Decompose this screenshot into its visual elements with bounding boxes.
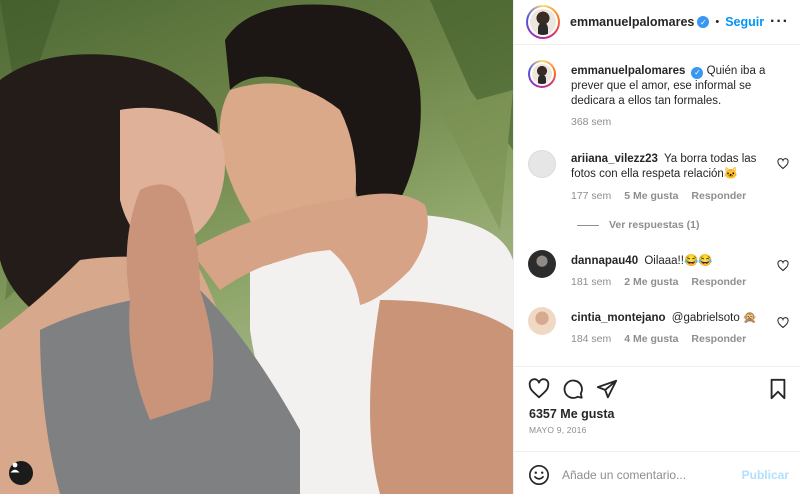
comment-icon[interactable] bbox=[562, 378, 584, 400]
comments-list[interactable]: emmanuelpalomares ✓ Quién iba a prever qu… bbox=[514, 46, 800, 366]
avatar[interactable] bbox=[526, 5, 560, 39]
post-header: emmanuelpalomares ✓ • Seguir ··· bbox=[514, 0, 800, 45]
post-actions: 6357 Me gusta MAYO 9, 2016 Publicar bbox=[514, 366, 800, 494]
list-item: ariiana_vilezz23 Ya borra todas las foto… bbox=[514, 148, 800, 218]
reply-button[interactable]: Responder bbox=[691, 333, 746, 345]
reply-button[interactable]: Responder bbox=[691, 276, 746, 288]
verified-badge-icon: ✓ bbox=[691, 66, 704, 79]
comment-username[interactable]: dannapau40 bbox=[571, 255, 638, 267]
couple-kissing-image bbox=[0, 0, 513, 494]
avatar[interactable] bbox=[528, 150, 556, 178]
user-icon bbox=[10, 462, 20, 473]
avatar[interactable] bbox=[528, 307, 556, 335]
more-options-icon[interactable]: ··· bbox=[770, 13, 789, 31]
post-photo[interactable] bbox=[0, 0, 513, 494]
emoji-icon[interactable] bbox=[528, 464, 550, 486]
share-icon[interactable] bbox=[596, 378, 618, 400]
heart-icon[interactable] bbox=[777, 260, 789, 272]
like-heart-icon[interactable] bbox=[528, 378, 550, 400]
comment-likes[interactable]: 5 Me gusta bbox=[624, 190, 678, 202]
comment-age: 184 sem bbox=[571, 333, 612, 345]
divider bbox=[577, 224, 599, 226]
save-bookmark-icon[interactable] bbox=[767, 378, 789, 400]
avatar[interactable] bbox=[528, 250, 556, 278]
comment-likes[interactable]: 2 Me gusta bbox=[624, 276, 678, 288]
caption-username[interactable]: emmanuelpalomares bbox=[571, 65, 685, 77]
caption-age: 368 sem bbox=[571, 116, 612, 128]
likes-count[interactable]: 6357 Me gusta bbox=[529, 407, 614, 421]
author-username[interactable]: emmanuelpalomares bbox=[570, 15, 694, 29]
heart-icon[interactable] bbox=[777, 158, 789, 170]
post-date: MAYO 9, 2016 bbox=[529, 425, 587, 435]
follow-button[interactable]: Seguir bbox=[725, 15, 764, 29]
separator-dot: • bbox=[715, 16, 720, 28]
tagged-users-button[interactable] bbox=[9, 461, 33, 485]
view-replies-button[interactable]: Ver respuestas (1) bbox=[577, 219, 699, 231]
comment-text: Oilaaa!!😂😂 bbox=[644, 255, 713, 267]
list-item: cintia_montejano @gabrielsoto 🙊 184 sem … bbox=[514, 305, 800, 355]
post-details-panel: emmanuelpalomares ✓ • Seguir ··· emmanue… bbox=[513, 0, 800, 494]
verified-badge-icon: ✓ bbox=[697, 16, 710, 28]
comment-likes[interactable]: 4 Me gusta bbox=[624, 333, 678, 345]
heart-icon[interactable] bbox=[777, 317, 789, 329]
reply-button[interactable]: Responder bbox=[691, 190, 746, 202]
list-item: dannapau40 Oilaaa!!😂😂 181 sem 2 Me gusta… bbox=[514, 248, 800, 298]
comment-age: 181 sem bbox=[571, 276, 612, 288]
avatar[interactable] bbox=[528, 60, 556, 88]
comment-age: 177 sem bbox=[571, 190, 612, 202]
publish-button[interactable]: Publicar bbox=[742, 468, 789, 482]
add-comment-bar: Publicar bbox=[514, 451, 800, 494]
comment-input[interactable] bbox=[562, 464, 732, 486]
comment-text: @gabrielsoto 🙊 bbox=[671, 312, 758, 324]
caption: emmanuelpalomares ✓ Quién iba a prever qu… bbox=[514, 60, 800, 130]
comment-username[interactable]: ariiana_vilezz23 bbox=[571, 153, 658, 165]
comment-username[interactable]: cintia_montejano bbox=[571, 312, 666, 324]
